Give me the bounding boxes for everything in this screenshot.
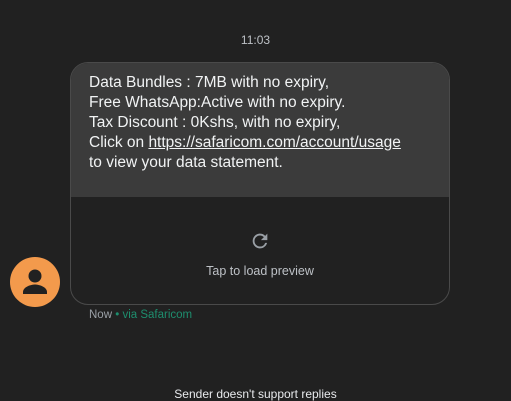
usage-link[interactable]: https://safaricom.com/account/usage <box>148 134 400 151</box>
no-reply-notice: Sender doesn't support replies <box>174 387 337 401</box>
message-line-click: Click on https://safaricom.com/account/u… <box>89 133 431 153</box>
message-line-whatsapp: Free WhatsApp:Active with no expiry. <box>89 94 346 111</box>
refresh-icon[interactable] <box>249 230 271 252</box>
message-bubble[interactable]: Data Bundles : 7MB with no expiry, Free … <box>70 62 450 305</box>
message-line-tax-discount: Tax Discount : 0Kshs, with no expiry, <box>89 114 341 131</box>
click-prefix: Click on <box>89 134 149 151</box>
status-now: Now <box>89 309 113 321</box>
message-status: Now • via Safaricom <box>89 309 192 321</box>
link-preview[interactable]: Tap to load preview <box>71 197 449 304</box>
person-icon <box>23 269 47 294</box>
tap-to-load-preview-label[interactable]: Tap to load preview <box>71 264 449 278</box>
message-text: Data Bundles : 7MB with no expiry, Free … <box>71 63 449 197</box>
status-separator: • <box>112 309 123 321</box>
message-timestamp: 11:03 <box>240 33 271 47</box>
message-line-statement: to view your data statement. <box>89 154 283 171</box>
status-via: via Safaricom <box>122 309 193 321</box>
message-line-data-bundles: Data Bundles : 7MB with no expiry, <box>89 74 330 91</box>
sender-avatar[interactable] <box>10 257 60 307</box>
